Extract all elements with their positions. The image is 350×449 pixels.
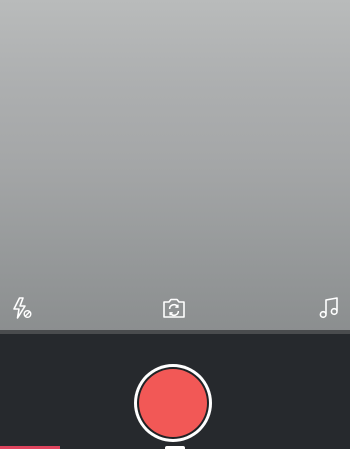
flash-off-icon	[10, 296, 34, 320]
music-note-icon	[318, 296, 340, 320]
camera-screen	[0, 0, 350, 449]
record-button-core	[139, 369, 207, 437]
flash-toggle-button[interactable]	[7, 293, 37, 323]
record-button-ring	[137, 367, 209, 439]
switch-camera-icon	[161, 296, 187, 320]
record-button[interactable]	[134, 364, 212, 442]
music-button[interactable]	[314, 293, 344, 323]
switch-camera-button[interactable]	[159, 293, 189, 323]
camera-viewfinder[interactable]	[0, 0, 350, 332]
